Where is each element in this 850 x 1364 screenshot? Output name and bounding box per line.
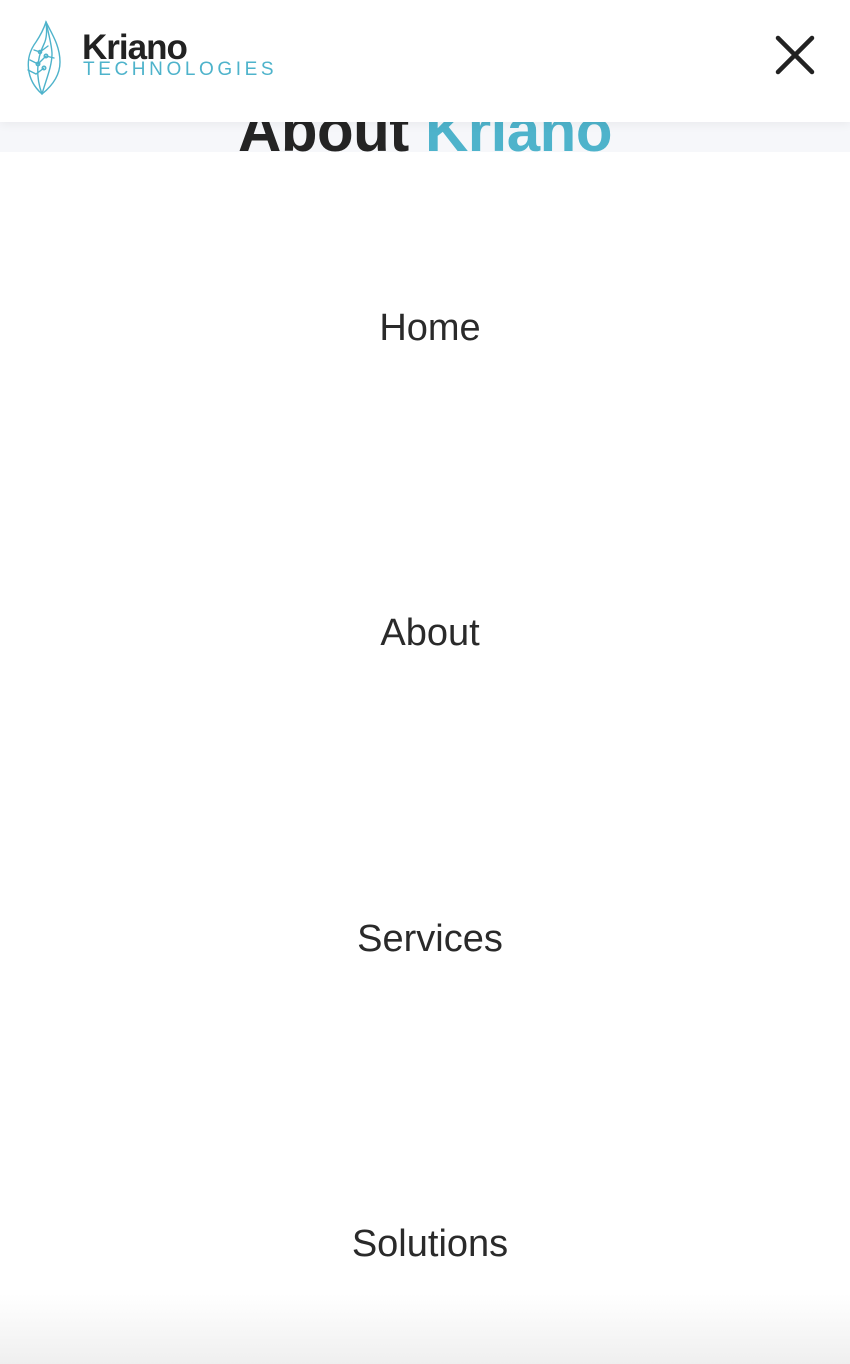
site-header: Kriano TECHNOLOGIES — [0, 0, 850, 122]
leaf-circuit-icon — [27, 20, 61, 95]
brand-logo-link[interactable]: Kriano TECHNOLOGIES — [22, 18, 274, 98]
close-icon — [775, 35, 815, 75]
close-menu-button[interactable] — [770, 30, 820, 80]
bottom-fade — [0, 1294, 850, 1364]
menu-item-about[interactable]: About — [0, 593, 850, 673]
menu-item-home[interactable]: Home — [0, 288, 850, 368]
menu-item-services[interactable]: Services — [0, 899, 850, 979]
menu-item-solutions[interactable]: Solutions — [0, 1204, 850, 1284]
brand-wordmark: Kriano TECHNOLOGIES — [82, 30, 277, 80]
mobile-nav-page: About Kriano Kriano TECHNOLOGIES Home Ab… — [0, 0, 850, 1364]
mobile-menu: Home About Services Solutions — [0, 152, 850, 1364]
brand-tagline: TECHNOLOGIES — [83, 59, 278, 80]
